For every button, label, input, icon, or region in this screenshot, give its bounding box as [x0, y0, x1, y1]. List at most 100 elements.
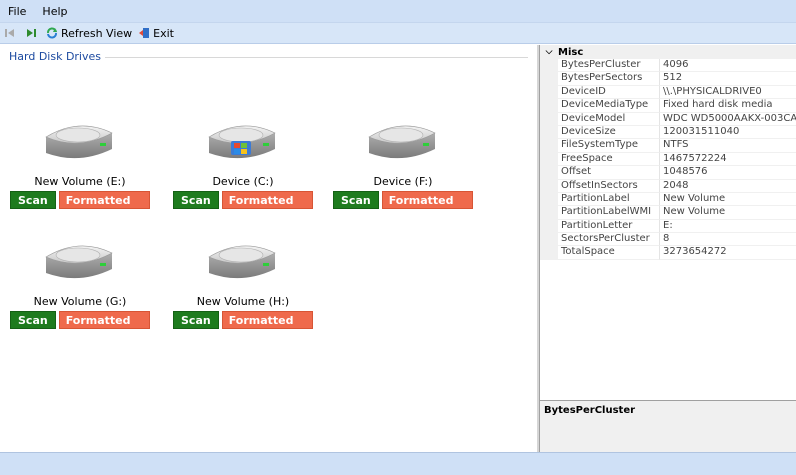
property-row[interactable]: PartitionLabel New Volume — [540, 192, 796, 207]
property-row[interactable]: SectorsPerCluster 8 — [540, 233, 796, 247]
property-value[interactable]: WDC WD5000AAKX-003CA0 AT — [660, 113, 796, 126]
property-name: FreeSpace — [558, 152, 660, 167]
property-name: DeviceModel — [558, 112, 660, 126]
chevron-down-icon[interactable]: ⌵ — [540, 47, 558, 57]
row-gutter — [540, 219, 558, 234]
menu-help[interactable]: Help — [42, 5, 67, 18]
property-value[interactable]: 3273654272 — [660, 246, 796, 260]
formatted-scan-button[interactable]: Formatted Scan — [221, 311, 313, 345]
property-value[interactable]: 8 — [660, 233, 796, 247]
category-row[interactable]: ⌵ Misc — [540, 45, 796, 59]
row-gutter — [540, 99, 558, 113]
property-value[interactable]: E: — [660, 220, 796, 234]
property-row[interactable]: BytesPerCluster 4096 — [540, 59, 796, 73]
property-row[interactable]: PartitionLabelWMI New Volume — [540, 206, 796, 220]
first-icon — [5, 29, 14, 37]
property-row[interactable]: BytesPerSectors 512 — [540, 72, 796, 86]
property-value[interactable]: \\.\PHYSICALDRIVE0 — [660, 86, 796, 100]
formatted-scan-button[interactable]: Formatted Scan — [58, 311, 150, 345]
scan-button[interactable]: Scan — [173, 191, 219, 209]
group-divider — [85, 57, 528, 58]
property-grid: ⌵ Misc BytesPerCluster 4096 BytesPerSector… — [540, 45, 796, 397]
property-value[interactable]: 120031511040 — [660, 126, 796, 140]
property-value[interactable]: New Volume — [660, 206, 796, 220]
property-row[interactable]: DeviceModelWDC WD5000AAKX-003CA0 AT — [540, 112, 796, 126]
formatted-scan-button[interactable]: Formatted Scan — [221, 191, 313, 225]
hard-drive-icon — [208, 245, 276, 279]
property-name: TotalSpace — [558, 246, 660, 260]
row-gutter — [540, 112, 558, 126]
row-gutter — [540, 85, 558, 100]
description-panel: BytesPerCluster — [540, 400, 796, 452]
property-name: OffsetInSectors — [558, 179, 660, 193]
property-value[interactable]: 1048576 — [660, 166, 796, 180]
scan-button[interactable]: Scan — [173, 311, 219, 329]
property-value[interactable]: 4096 — [660, 59, 796, 73]
status-bar — [0, 452, 796, 475]
property-row[interactable]: PartitionLetter E: — [540, 219, 796, 234]
refresh-icon — [47, 27, 57, 39]
property-value[interactable]: NTFS — [660, 139, 796, 153]
refresh-view-label: Refresh View — [61, 26, 133, 40]
description-title: BytesPerCluster — [544, 405, 636, 416]
property-name: BytesPerCluster — [558, 59, 660, 73]
row-gutter — [540, 179, 558, 193]
first-button[interactable] — [4, 24, 19, 42]
hard-drive-icon — [368, 125, 436, 159]
category-label: Misc — [558, 46, 584, 58]
menu-file[interactable]: File — [8, 5, 26, 18]
property-name: DeviceMediaType — [558, 99, 660, 113]
row-gutter — [540, 152, 558, 167]
row-gutter — [540, 233, 558, 247]
scan-button[interactable]: Scan — [10, 311, 56, 329]
property-name: SectorsPerCluster — [558, 233, 660, 247]
scan-button[interactable]: Scan — [10, 191, 56, 209]
property-name: DeviceSize — [558, 125, 660, 140]
property-row[interactable]: Offset 1048576 — [540, 166, 796, 180]
drive-label: Device (F:) — [373, 175, 433, 188]
row-gutter — [540, 246, 558, 260]
drive-label: New Volume (G:) — [33, 295, 127, 308]
property-row[interactable]: FileSystemType NTFS — [540, 139, 796, 153]
property-name: PartitionLabelWMI — [558, 206, 660, 220]
property-row[interactable]: FreeSpace 1467572224 — [540, 152, 796, 167]
next-button[interactable] — [25, 24, 40, 42]
property-name: PartitionLabel — [558, 192, 660, 207]
property-row[interactable]: DeviceSize 120031511040 — [540, 125, 796, 140]
property-name: FileSystemType — [558, 139, 660, 153]
property-value[interactable]: 1467572224 — [660, 153, 796, 167]
drive-actions: Scan Formatted Scan — [173, 191, 313, 225]
formatted-scan-button[interactable]: Formatted Scan — [58, 191, 150, 225]
exit-button[interactable]: Exit — [138, 24, 174, 42]
property-row[interactable]: TotalSpace 3273654272 — [540, 246, 796, 260]
drive-actions: Scan Formatted Scan — [10, 311, 150, 345]
property-row[interactable]: OffsetInSectors 2048 — [540, 179, 796, 193]
refresh-view-button[interactable]: Refresh View — [46, 24, 132, 42]
property-value[interactable]: Fixed hard disk media — [660, 99, 796, 113]
drive-actions: Scan Formatted Scan — [10, 191, 150, 225]
property-row[interactable]: DeviceMediaType Fixed hard disk media — [540, 99, 796, 113]
hard-drive-icon — [45, 245, 113, 279]
property-row[interactable]: DeviceID \\.\PHYSICALDRIVE0 — [540, 85, 796, 100]
drive-label: New Volume (E:) — [34, 175, 126, 188]
exit-icon — [139, 28, 150, 38]
drive-label: New Volume (H:) — [196, 295, 290, 308]
scan-button[interactable]: Scan — [333, 191, 379, 209]
drive-actions: Scan Formatted Scan — [173, 311, 313, 345]
property-name: PartitionLetter — [558, 219, 660, 234]
formatted-scan-button[interactable]: Formatted Scan — [381, 191, 473, 225]
row-gutter — [540, 166, 558, 180]
row-gutter — [540, 192, 558, 207]
toolbar: Refresh View Exit — [0, 22, 796, 44]
property-value[interactable]: 512 — [660, 72, 796, 86]
property-name: Offset — [558, 166, 660, 180]
hard-drive-icon — [45, 125, 113, 159]
row-gutter — [540, 125, 558, 140]
next-icon — [27, 29, 36, 37]
row-gutter — [540, 59, 558, 73]
drive-label: Device (C:) — [212, 175, 274, 188]
property-value[interactable]: 2048 — [660, 180, 796, 193]
system-drive-icon — [208, 125, 276, 159]
property-value[interactable]: New Volume — [660, 193, 796, 207]
property-name: DeviceID — [558, 85, 660, 100]
